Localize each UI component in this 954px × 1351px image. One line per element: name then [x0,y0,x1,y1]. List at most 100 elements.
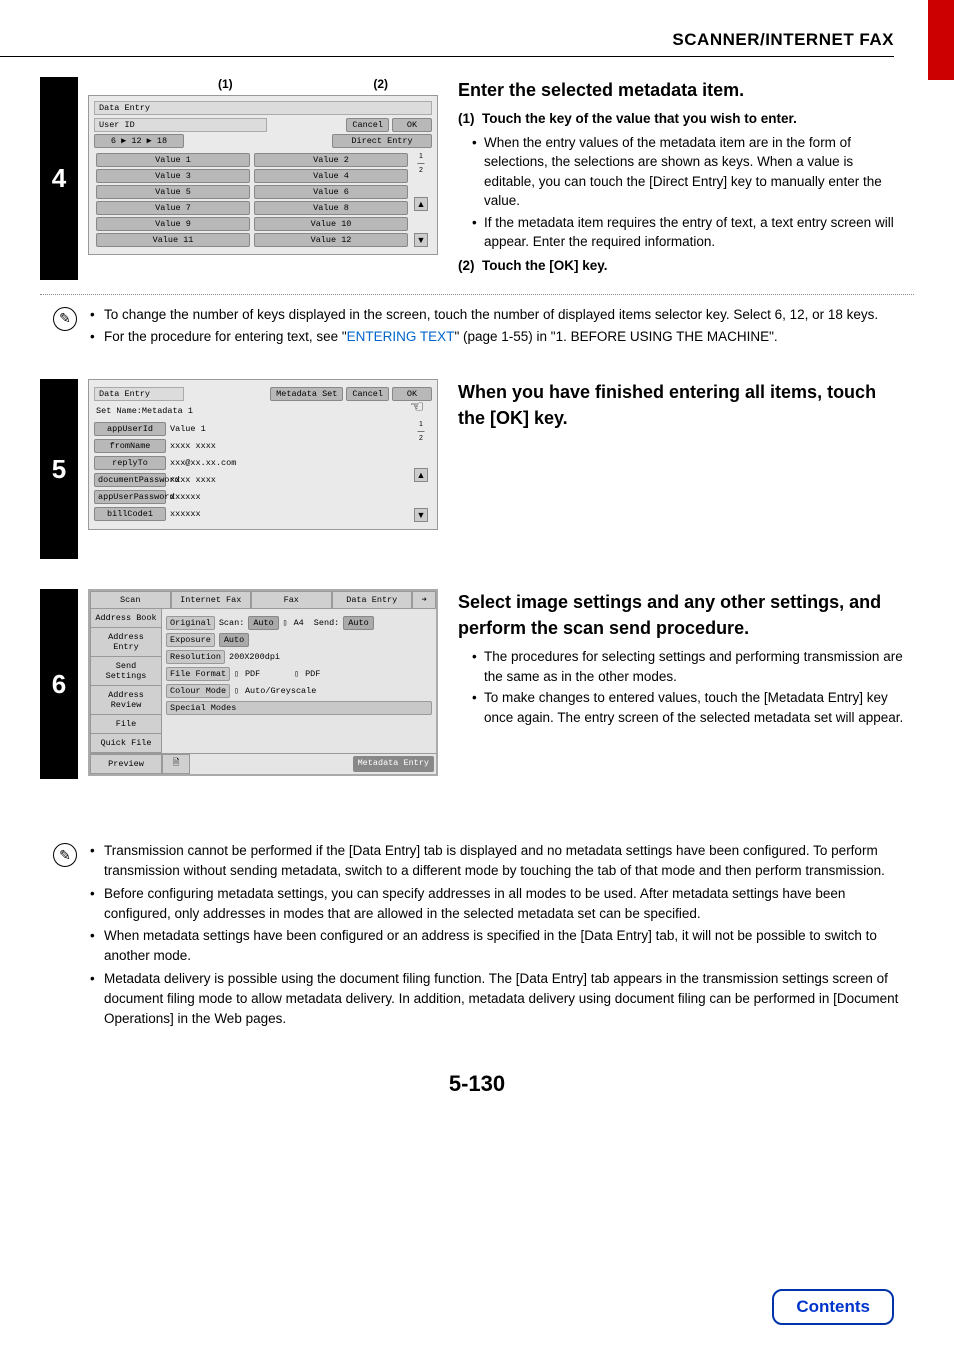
value-key[interactable]: Value 6 [254,185,408,199]
side-button[interactable]: Address Entry [90,628,162,657]
panel-title: Data Entry [94,101,432,115]
value-key[interactable]: Value 7 [96,201,250,215]
step4-text: Enter the selected metadata item. (1) To… [448,77,914,280]
note-bullet: Transmission cannot be performed if the … [90,841,914,882]
data-entry-panel: Data Entry User ID Cancel OK 6 ▶ 12 ▶ 18… [88,95,438,255]
step5-screenshot: Data Entry Metadata Set Cancel OK ☜ Set … [78,379,448,559]
value-key[interactable]: Value 2 [254,153,408,167]
step4-screenshot: (1) (2) Data Entry User ID Cancel OK 6 ▶… [78,77,448,280]
value-key[interactable]: Value 12 [254,233,408,247]
page-icon [234,669,241,679]
scan-mode-panel: Scan Internet Fax Fax Data Entry ➜ Addre… [88,589,438,776]
preview-button[interactable]: Preview [90,754,162,774]
note-bullet: Metadata delivery is possible using the … [90,969,914,1030]
step6-bullet: To make changes to entered values, touch… [472,688,904,727]
step6-heading: Select image settings and any other sett… [458,589,904,641]
header-rule [0,56,894,57]
value-key[interactable]: Value 3 [96,169,250,183]
preview-icon-button[interactable]: 🗎 [162,754,190,774]
tab-fax[interactable]: Fax [251,591,332,609]
step4-bullet: When the entry values of the metadata it… [472,133,904,211]
original-button[interactable]: Original [166,616,215,630]
step6-text: Select image settings and any other sett… [448,589,914,779]
side-button[interactable]: Address Book [90,609,162,628]
note-step4: ✎ To change the number of keys displayed… [40,303,914,350]
step5-heading: When you have finished entering all item… [458,379,904,431]
tab-more-icon[interactable]: ➜ [412,591,436,609]
step-number: 5 [40,379,78,559]
step5-text: When you have finished entering all item… [448,379,914,559]
note-bullet: For the procedure for entering text, see… [90,327,914,347]
tab-scan[interactable]: Scan [90,591,171,609]
metadata-set-panel: Data Entry Metadata Set Cancel OK ☜ Set … [88,379,438,530]
page-icon [234,686,241,696]
metadata-item-value: Value 1 [166,424,206,434]
send-auto-pill: Auto [343,616,373,630]
metadata-item-value: xxxx xxxx [166,475,216,485]
side-button[interactable]: Send Settings [90,657,162,686]
step6-screenshot: Scan Internet Fax Fax Data Entry ➜ Addre… [78,589,448,779]
side-button[interactable]: Quick File [90,734,162,753]
step-4: 4 (1) (2) Data Entry User ID Cancel OK 6… [40,77,914,280]
value-key[interactable]: Value 1 [96,153,250,167]
page-icon [283,618,290,628]
note-icon: ✎ [53,843,77,867]
callout-1: (1) [218,77,233,91]
accent-bar [928,0,954,80]
file-format-button[interactable]: File Format [166,667,230,681]
direct-entry-button[interactable]: Direct Entry [332,134,432,148]
value-key[interactable]: Value 10 [254,217,408,231]
value-key[interactable]: Value 5 [96,185,250,199]
metadata-item-key[interactable]: replyTo [94,456,166,470]
value-key[interactable]: Value 4 [254,169,408,183]
value-key[interactable]: Value 11 [96,233,250,247]
scroll-down-button[interactable]: ▼ [414,233,428,247]
metadata-item-value: xxxxxx [166,509,201,519]
ok-button[interactable]: OK [392,118,432,132]
scroll-area: 1—2 ▲ ▼ [410,419,432,524]
exposure-button[interactable]: Exposure [166,633,215,647]
colour-mode-button[interactable]: Colour Mode [166,684,230,698]
display-count-selector[interactable]: 6 ▶ 12 ▶ 18 [94,134,184,148]
header-title: SCANNER/INTERNET FAX [0,30,894,50]
metadata-entry-button[interactable]: Metadata Entry [353,756,434,772]
scroll-area: 1—2 ▲ ▼ [410,151,432,249]
step-6: 6 Scan Internet Fax Fax Data Entry ➜ Add… [40,589,914,779]
metadata-item-key[interactable]: appUserId [94,422,166,436]
scroll-down-button[interactable]: ▼ [414,508,428,522]
panel-title: Data Entry [94,387,184,401]
side-button[interactable]: Address Review [90,686,162,715]
note-bullet: When metadata settings have been configu… [90,926,914,967]
entering-text-link[interactable]: ENTERING TEXT [347,329,455,344]
value-key[interactable]: Value 8 [254,201,408,215]
tab-data-entry[interactable]: Data Entry [332,591,413,609]
note-bullet: Before configuring metadata settings, yo… [90,884,914,925]
hand-pointer-icon: ☜ [411,394,423,420]
step6-bullet: The procedures for selecting settings an… [472,647,904,686]
step-5: 5 Data Entry Metadata Set Cancel OK ☜ Se… [40,379,914,559]
metadata-item-key[interactable]: billCode1 [94,507,166,521]
resolution-button[interactable]: Resolution [166,650,225,664]
page-icon [294,669,301,679]
metadata-item-key[interactable]: appUserPassword [94,490,166,504]
value-key[interactable]: Value 9 [96,217,250,231]
scroll-up-button[interactable]: ▲ [414,468,428,482]
metadata-item-key[interactable]: fromName [94,439,166,453]
special-modes-button[interactable]: Special Modes [166,701,432,715]
cancel-button[interactable]: Cancel [346,387,389,401]
page-footer: 5-130 [0,1071,954,1097]
page-number: 5-130 [0,1071,954,1097]
side-button[interactable]: File [90,715,162,734]
page-header: SCANNER/INTERNET FAX [0,0,954,57]
user-id-label: User ID [94,118,267,132]
contents-button[interactable]: Contents [772,1289,894,1325]
metadata-item-key[interactable]: documentPassword [94,473,166,487]
note-icon: ✎ [53,307,77,331]
cancel-button[interactable]: Cancel [346,118,389,132]
tab-internet-fax[interactable]: Internet Fax [171,591,252,609]
step4-heading: Enter the selected metadata item. [458,77,904,103]
metadata-set-button[interactable]: Metadata Set [270,387,343,401]
scroll-up-button[interactable]: ▲ [414,197,428,211]
bottom-notes: ✎ Transmission cannot be performed if th… [40,839,914,1031]
metadata-item-value: xxxx xxxx [166,441,216,451]
